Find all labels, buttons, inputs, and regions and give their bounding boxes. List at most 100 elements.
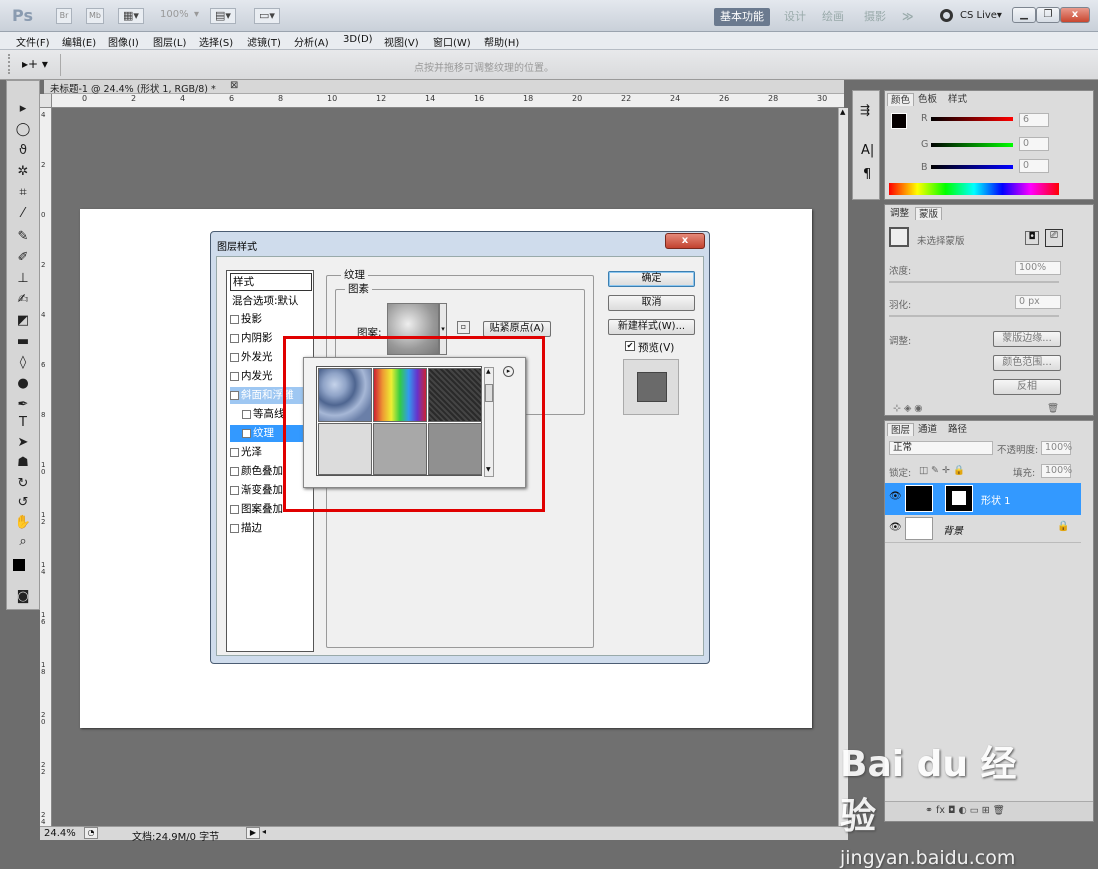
style-item-checkbox[interactable] bbox=[230, 523, 239, 533]
foreground-color-swatch[interactable] bbox=[13, 559, 25, 571]
style-item[interactable]: 描边 bbox=[230, 520, 312, 537]
workspace-painting[interactable]: 绘画 bbox=[822, 8, 844, 26]
layer-row-shape[interactable]: 👁 形状 1 bbox=[885, 483, 1081, 515]
character-icon[interactable]: A| bbox=[861, 143, 874, 158]
mask-edge-button[interactable]: 蒙版边缘... bbox=[993, 331, 1061, 347]
close-icon[interactable]: ⊠ bbox=[230, 80, 238, 91]
preview-checkbox[interactable]: ✔ bbox=[625, 341, 635, 351]
load-selection-icon[interactable]: ⊹ ◈ ◉ bbox=[893, 403, 923, 414]
style-item-checkbox[interactable] bbox=[230, 447, 239, 457]
shape-tool-icon[interactable]: ☗ bbox=[13, 455, 33, 471]
style-item-checkbox[interactable] bbox=[230, 314, 239, 324]
tab-layers[interactable]: 图层 bbox=[887, 423, 915, 436]
screen-mode-button[interactable]: ▭▾ bbox=[254, 8, 280, 24]
marquee-tool-icon[interactable]: ◯ bbox=[13, 122, 33, 138]
gradient-tool-icon[interactable]: ▬ bbox=[13, 334, 33, 350]
magic-wand-tool-icon[interactable]: ✲ bbox=[13, 164, 33, 180]
ruler-origin[interactable] bbox=[40, 94, 52, 108]
layer-name[interactable]: 背景 bbox=[943, 522, 963, 537]
blend-options-item[interactable]: 混合选项:默认 bbox=[230, 293, 312, 310]
invert-button[interactable]: 反相 bbox=[993, 379, 1061, 395]
delete-mask-icon[interactable]: 🗑 bbox=[1047, 403, 1059, 414]
blend-mode-select[interactable]: 正常 bbox=[889, 441, 993, 455]
status-menu-icon[interactable]: ◔ bbox=[84, 827, 98, 839]
workspace-photography[interactable]: 摄影 bbox=[864, 8, 886, 26]
bridge-button[interactable]: Br bbox=[56, 8, 72, 24]
view-extras-button[interactable]: ▦▾ bbox=[118, 8, 144, 24]
document-tab[interactable]: 未标题-1 @ 24.4% (形状 1, RGB/8) * ⊠ bbox=[44, 80, 844, 95]
dialog-close-button[interactable]: x bbox=[665, 233, 705, 249]
close-button[interactable]: x bbox=[1060, 7, 1090, 23]
density-field[interactable]: 100% bbox=[1015, 261, 1061, 275]
menu-window[interactable]: 窗口(W) bbox=[433, 34, 471, 49]
pixel-mask-icon[interactable]: ◘ bbox=[1025, 231, 1039, 245]
blur-tool-icon[interactable]: ◊ bbox=[13, 355, 33, 371]
layer-name[interactable]: 形状 1 bbox=[981, 492, 1011, 507]
tab-masks[interactable]: 蒙版 bbox=[915, 207, 943, 220]
hand-tool-icon[interactable]: ✋ bbox=[13, 515, 33, 531]
style-item-checkbox[interactable] bbox=[230, 352, 239, 362]
3d-rotate-tool-icon[interactable]: ↻ bbox=[13, 476, 33, 492]
healing-brush-tool-icon[interactable]: ✎ bbox=[13, 229, 33, 245]
style-item-checkbox[interactable] bbox=[230, 371, 239, 381]
menu-3d[interactable]: 3D(D) bbox=[343, 34, 373, 45]
eye-icon[interactable]: 👁 bbox=[889, 522, 902, 533]
brush-tool-icon[interactable]: ✐ bbox=[13, 250, 33, 266]
color-range-button[interactable]: 颜色范围... bbox=[993, 355, 1061, 371]
workspace-essentials[interactable]: 基本功能 bbox=[714, 8, 770, 26]
cs-live-button[interactable]: CS Live▾ bbox=[960, 10, 1002, 21]
layer-row-background[interactable]: 👁 背景 🔒 bbox=[885, 515, 1081, 543]
history-brush-tool-icon[interactable]: ✍ bbox=[13, 292, 33, 308]
lock-icons[interactable]: ◫ ✎ ✛ 🔒 bbox=[919, 465, 965, 476]
density-slider[interactable] bbox=[889, 281, 1059, 283]
feather-field[interactable]: 0 px bbox=[1015, 295, 1061, 309]
fill-field[interactable]: 100% bbox=[1041, 464, 1072, 478]
arrange-docs-button[interactable]: ▤▾ bbox=[210, 8, 236, 24]
path-select-tool-icon[interactable]: ➤ bbox=[13, 435, 33, 451]
menu-edit[interactable]: 编辑(E) bbox=[62, 34, 96, 49]
zoom-dropdown[interactable]: 100% bbox=[160, 9, 189, 20]
color-spectrum-bar[interactable] bbox=[889, 183, 1059, 195]
type-tool-icon[interactable]: T bbox=[13, 415, 33, 431]
r-value[interactable]: 6 bbox=[1019, 113, 1049, 127]
style-item-checkbox[interactable] bbox=[230, 466, 239, 476]
status-arrow-icon[interactable]: ▶ bbox=[246, 827, 260, 839]
styles-header[interactable]: 样式 bbox=[230, 273, 312, 291]
b-value[interactable]: 0 bbox=[1019, 159, 1049, 173]
tab-swatches[interactable]: 色板 bbox=[915, 93, 940, 106]
menu-layer[interactable]: 图层(L) bbox=[153, 34, 186, 49]
menu-analysis[interactable]: 分析(A) bbox=[294, 34, 329, 49]
menu-file[interactable]: 文件(F) bbox=[16, 34, 50, 49]
style-item-checkbox[interactable] bbox=[230, 504, 239, 514]
style-item-checkbox[interactable]: ✔ bbox=[242, 428, 251, 438]
scroll-left-icon[interactable]: ◂ bbox=[262, 827, 266, 836]
menu-filter[interactable]: 滤镜(T) bbox=[247, 34, 281, 49]
style-item-checkbox[interactable] bbox=[230, 485, 239, 495]
workspace-design[interactable]: 设计 bbox=[784, 8, 806, 26]
eraser-tool-icon[interactable]: ◩ bbox=[13, 313, 33, 329]
restore-button[interactable]: ❐ bbox=[1036, 7, 1060, 23]
paragraph-icon[interactable]: ¶ bbox=[863, 167, 871, 182]
style-item-checkbox[interactable]: ✔ bbox=[230, 390, 239, 400]
more-workspaces-button[interactable]: ≫ bbox=[902, 8, 914, 26]
scroll-up-icon[interactable]: ▲ bbox=[840, 108, 845, 116]
new-preset-icon[interactable]: ▫ bbox=[457, 321, 470, 334]
b-slider[interactable] bbox=[931, 165, 1013, 169]
crop-tool-icon[interactable]: ⌗ bbox=[13, 185, 33, 201]
menu-select[interactable]: 选择(S) bbox=[199, 34, 233, 49]
style-item[interactable]: 投影 bbox=[230, 311, 312, 328]
g-value[interactable]: 0 bbox=[1019, 137, 1049, 151]
snap-to-origin-button[interactable]: 贴紧原点(A) bbox=[483, 321, 551, 337]
3d-orbit-tool-icon[interactable]: ↺ bbox=[13, 495, 33, 511]
g-slider[interactable] bbox=[931, 143, 1013, 147]
move-tool-icon[interactable]: ▸ bbox=[13, 101, 33, 117]
quick-mask-icon[interactable]: ◙ bbox=[13, 589, 33, 605]
pen-tool-icon[interactable]: ✒ bbox=[13, 397, 33, 413]
dodge-tool-icon[interactable]: ● bbox=[13, 376, 33, 392]
minibridge-button[interactable]: Mb bbox=[86, 8, 104, 24]
zoom-tool-icon[interactable]: ⌕ bbox=[13, 534, 33, 550]
vector-mask-icon[interactable]: ⎚ bbox=[1045, 229, 1063, 247]
minimize-button[interactable]: ▁ bbox=[1012, 7, 1036, 23]
menu-view[interactable]: 视图(V) bbox=[384, 34, 419, 49]
tab-styles[interactable]: 样式 bbox=[945, 93, 970, 106]
